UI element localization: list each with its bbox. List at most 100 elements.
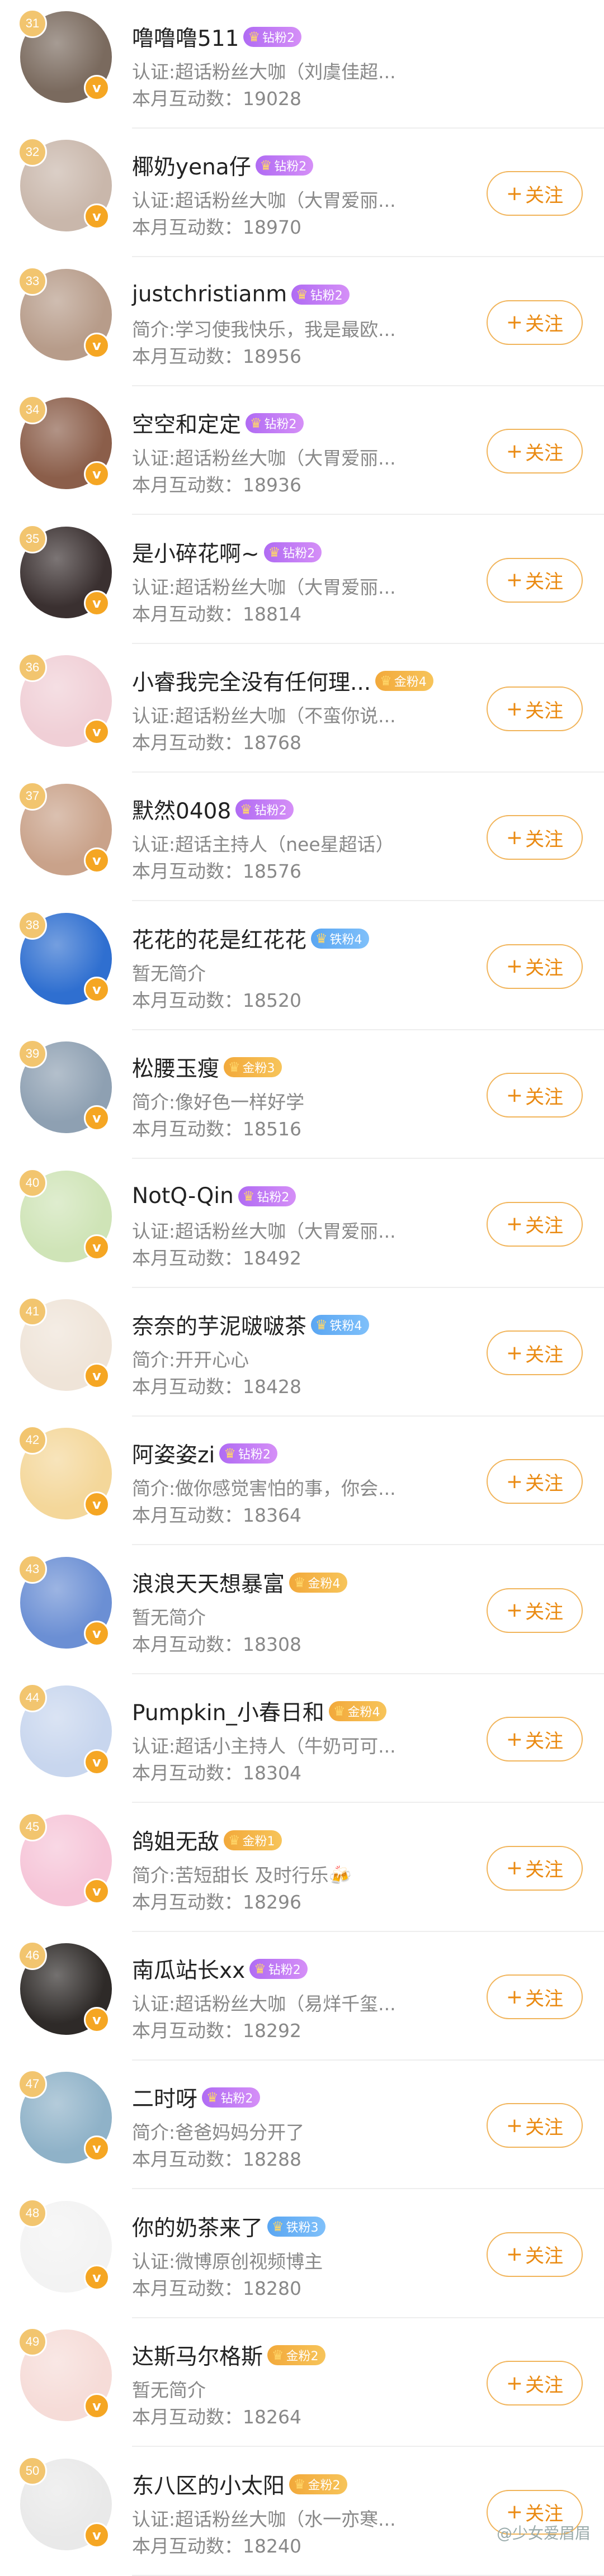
avatar-container[interactable]: 37 v [18,782,112,876]
avatar-container[interactable]: 43 v [18,1554,112,1649]
user-name[interactable]: 浪浪天天想暴富 [132,1567,285,1598]
avatar-container[interactable]: 45 v [18,1812,112,1906]
avatar-container[interactable]: 41 v [18,1297,112,1391]
list-item[interactable]: 46 v 南瓜站长xx ♛ 钻粉2 认证:超话粉丝大咖（易烊千玺... 本月互动数：1829… [0,1931,604,2061]
follow-label: 关注 [525,1987,564,2010]
crown-icon: ♛ [268,544,281,560]
avatar-container[interactable]: 31 v [18,9,112,103]
follow-button[interactable]: + 关注 [487,1845,583,1891]
avatar-container[interactable]: 40 v [18,1168,112,1262]
follow-button[interactable]: + 关注 [487,171,583,216]
avatar-container[interactable]: 44 v [18,1683,112,1778]
plus-icon: + [506,1599,523,1622]
fan-level-label: 钻粉2 [310,288,343,303]
avatar-container[interactable]: 39 v [18,1039,112,1134]
avatar-container[interactable]: 48 v [18,2198,112,2293]
user-name[interactable]: NotQ-Qin [132,1183,234,1209]
user-name[interactable]: 南瓜站长xx [132,1953,245,1985]
user-name[interactable]: 椰奶yena仔 [132,150,251,181]
fan-level-badge: ♛ 金粉1 [224,1830,282,1850]
user-name[interactable]: justchristianm [132,282,287,307]
user-name[interactable]: 花花的花是红花花 [132,923,306,954]
list-item[interactable]: 44 v Pumpkin_小春日和 ♛ 金粉4 认证:超话小主持人（牛奶可可... 本月互动… [0,1673,604,1803]
follow-button[interactable]: + 关注 [487,557,583,603]
follow-button[interactable]: + 关注 [487,1330,583,1375]
rank-badge: 39 [18,1039,47,1069]
rank-badge: 47 [18,2070,47,2099]
user-name[interactable]: 噜噜噜511 [132,21,239,53]
follow-button[interactable]: + 关注 [487,300,583,345]
follow-button[interactable]: + 关注 [487,2103,583,2148]
user-name[interactable]: Pumpkin_小春日和 [132,1696,324,1727]
name-line: 椰奶yena仔 ♛ 钻粉2 [132,150,314,181]
list-item[interactable]: 47 v 二时呀 ♛ 钻粉2 简介:爸爸妈妈分开了 本月互动数：18288 + 关注 [0,2059,604,2190]
avatar-container[interactable]: 47 v [18,2070,112,2164]
user-name[interactable]: 默然0408 [132,794,231,825]
avatar-container[interactable]: 50 v [18,2456,112,2550]
follow-label: 关注 [525,1472,564,1495]
follow-button[interactable]: + 关注 [487,2361,583,2406]
follow-button[interactable]: + 关注 [487,686,583,731]
monthly-interaction-count: 本月互动数：18814 [132,603,301,625]
avatar-container[interactable]: 38 v [18,910,112,1005]
list-item[interactable]: 32 v 椰奶yena仔 ♛ 钻粉2 认证:超话粉丝大咖（大胃爱丽... 本月互动数：189… [0,127,604,258]
follow-button[interactable]: + 关注 [487,429,583,474]
user-name[interactable]: 鸽姐无敌 [132,1825,219,1856]
avatar-container[interactable]: 46 v [18,1941,112,2035]
verified-v-icon: v [84,332,110,358]
user-name[interactable]: 达斯马尔格斯 [132,2340,263,2371]
avatar-container[interactable]: 36 v [18,653,112,747]
user-name[interactable]: 空空和定定 [132,408,241,439]
list-item[interactable]: 48 v 你的奶茶来了 ♛ 铁粉3 认证:微博原创视频博主 本月互动数：18280 + 关注 [0,2189,604,2318]
list-item[interactable]: 37 v 默然0408 ♛ 钻粉2 认证:超话主持人（nee星超话） 本月互动数：18576… [0,771,604,902]
follow-button[interactable]: + 关注 [487,1073,583,1118]
fan-level-label: 钻粉2 [262,31,295,45]
list-item[interactable]: 36 v 小睿我完全没有任何理... ♛ 金粉4 认证:超话粉丝大咖（不蛮你说... 本月互… [0,643,604,773]
list-item[interactable]: 38 v 花花的花是红花花 ♛ 铁粉4 暂无简介 本月互动数：18520 + 关注 [0,901,604,1030]
list-item[interactable]: 42 v 阿姿姿zi ♛ 钻粉2 简介:做你感觉害怕的事，你会... 本月互动数：18364… [0,1415,604,1546]
list-item[interactable]: 34 v 空空和定定 ♛ 钻粉2 认证:超话粉丝大咖（大胃爱丽... 本月互动数：18936… [0,385,604,515]
user-name[interactable]: 东八区的小太阳 [132,2469,285,2500]
follow-button[interactable]: + 关注 [487,1717,583,1762]
list-item[interactable]: 35 v 是小碎花啊~ ♛ 钻粉2 认证:超话粉丝大咖（大胃爱丽... 本月互动数：1881… [0,514,604,644]
user-name[interactable]: 小睿我完全没有任何理... [132,665,371,697]
list-item[interactable]: 39 v 松腰玉瘦 ♛ 金粉3 简介:像好色一样好学 本月互动数：18516 + 关注 [0,1029,604,1159]
user-name[interactable]: 松腰玉瘦 [132,1052,219,1083]
fan-level-label: 铁粉3 [286,2220,319,2235]
list-item[interactable]: 50 v 东八区的小太阳 ♛ 金粉2 认证:超话粉丝大咖（水一亦寒... 本月互动数：182… [0,2446,604,2576]
follow-button[interactable]: + 关注 [487,944,583,989]
monthly-interaction-count: 本月互动数：19028 [132,88,301,110]
list-item[interactable]: 41 v 奈奈的芋泥啵啵茶 ♛ 铁粉4 简介:开开心心 本月互动数：18428 + 关注 [0,1287,604,1417]
list-item[interactable]: 33 v justchristianm ♛ 钻粉2 简介:学习使我快乐，我是最欧... 本月… [0,257,604,386]
user-name[interactable]: 阿姿姿zi [132,1438,215,1469]
avatar-container[interactable]: 49 v [18,2327,112,2422]
list-item[interactable]: 40 v NotQ-Qin ♛ 钻粉2 认证:超话粉丝大咖（大胃爱丽... 本月互动数：18… [0,1158,604,1288]
name-line: justchristianm ♛ 钻粉2 [132,279,350,310]
avatar-container[interactable]: 42 v [18,1426,112,1520]
list-item[interactable]: 45 v 鸽姐无敌 ♛ 金粉1 简介:苦短甜长 及时行乐🍻 本月互动数：18296 + 关注 [0,1802,604,1932]
follow-button[interactable]: + 关注 [487,1974,583,2019]
user-name[interactable]: 奈奈的芋泥啵啵茶 [132,1309,306,1341]
fan-level-label: 金粉4 [394,675,427,689]
follow-button[interactable]: + 关注 [487,815,583,860]
follow-button[interactable]: + 关注 [487,2232,583,2277]
user-name[interactable]: 你的奶茶来了 [132,2211,263,2242]
list-item[interactable]: 31 v 噜噜噜511 ♛ 钻粉2 认证:超话粉丝大咖（刘虞佳超... 本月互动数：1902… [0,0,604,129]
avatar-container[interactable]: 33 v [18,266,112,361]
crown-icon: ♛ [242,1188,255,1204]
rank-badge: 44 [18,1683,47,1713]
avatar-container[interactable]: 34 v [18,395,112,490]
follow-button[interactable]: + 关注 [487,1588,583,1633]
follow-button[interactable]: + 关注 [487,1201,583,1247]
user-name[interactable]: 二时呀 [132,2082,197,2113]
user-name[interactable]: 是小碎花啊~ [132,537,259,568]
avatar-container[interactable]: 32 v [18,138,112,232]
monthly-interaction-count: 本月互动数：18768 [132,732,301,754]
list-item[interactable]: 43 v 浪浪天天想暴富 ♛ 金粉4 暂无简介 本月互动数：18308 + 关注 [0,1545,604,1674]
fan-level-label: 钻粉2 [220,2092,253,2106]
crown-icon: ♛ [259,158,272,174]
monthly-interaction-count: 本月互动数：18308 [132,1633,301,1655]
list-item[interactable]: 49 v 达斯马尔格斯 ♛ 金粉2 暂无简介 本月互动数：18264 + 关注 [0,2317,604,2447]
avatar-container[interactable]: 35 v [18,524,112,618]
follow-button[interactable]: + 关注 [487,1459,583,1504]
